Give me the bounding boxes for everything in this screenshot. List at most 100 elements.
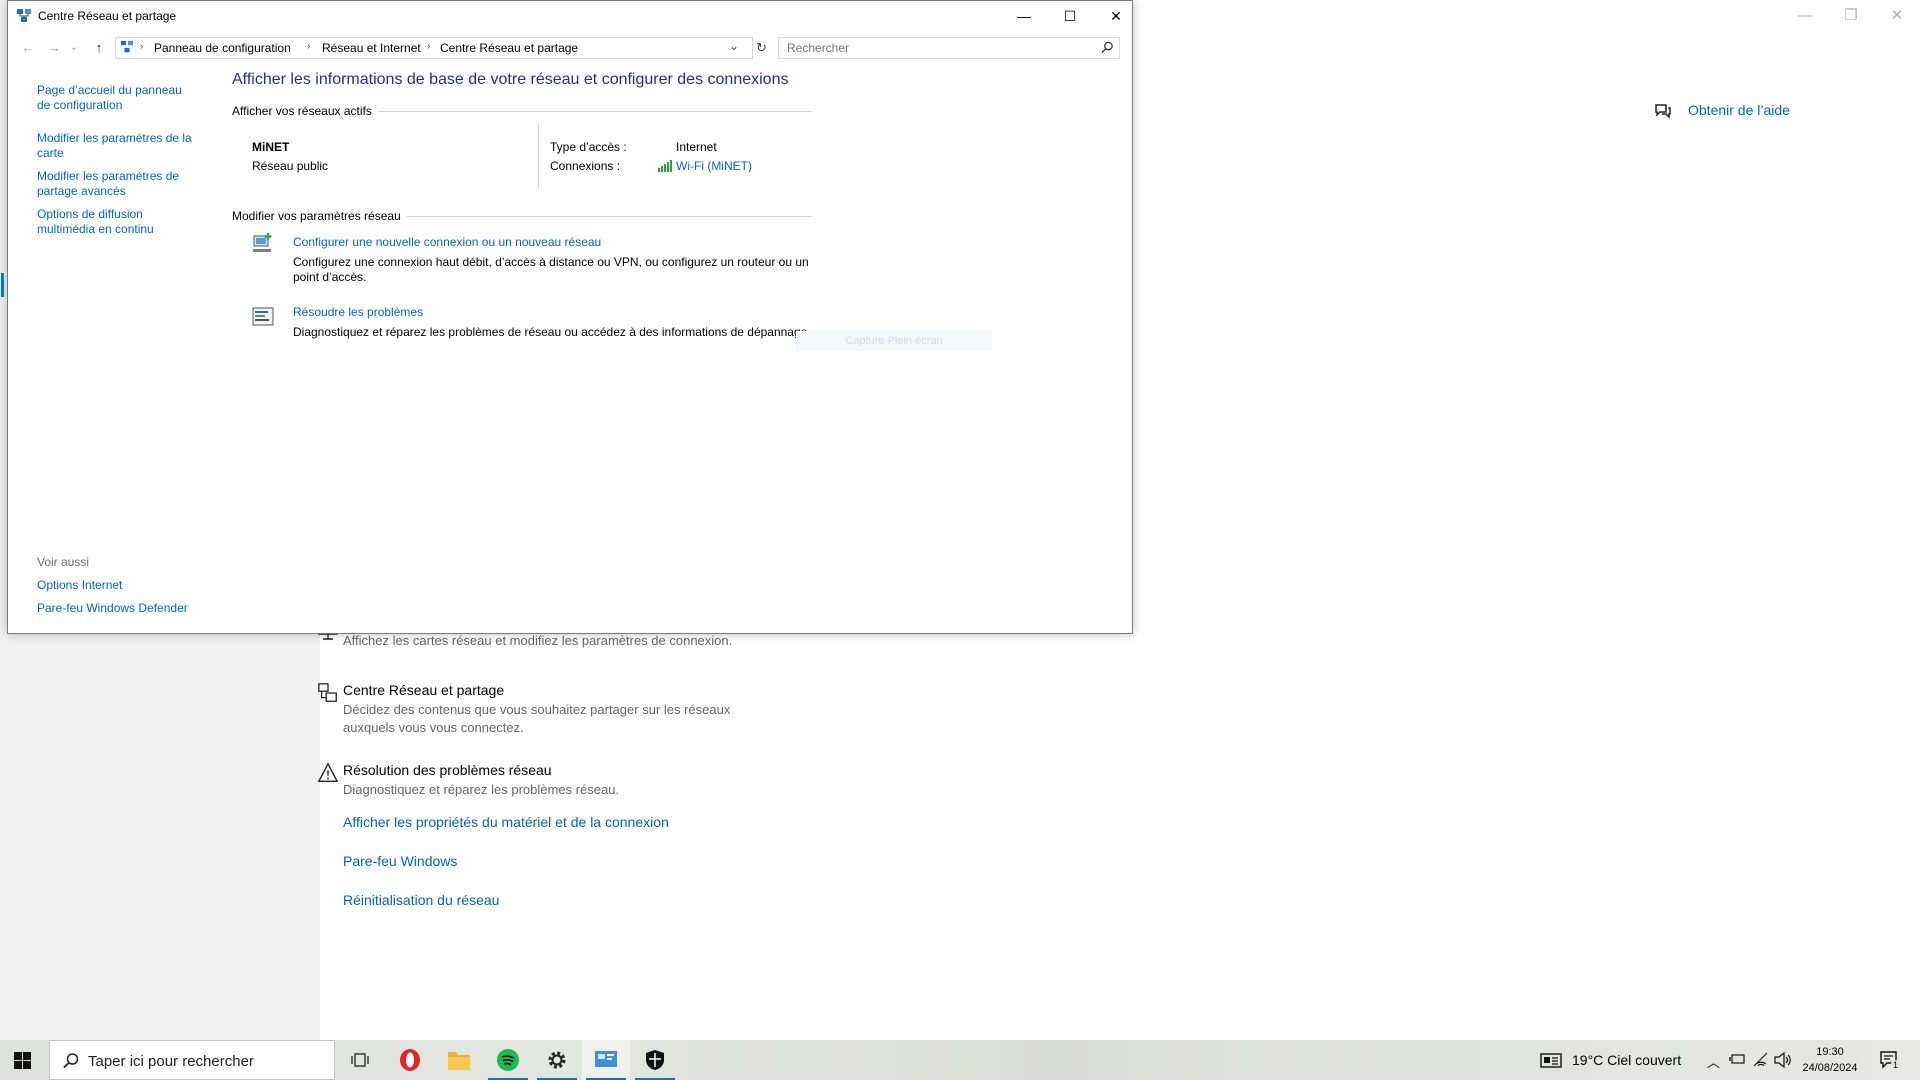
clock-date: 24/08/2024 [1802,1062,1858,1074]
access-type-label: Type d’accès : [550,140,627,154]
setup-connection-desc: Configurez une connexion haut débit, d’a… [293,255,809,269]
active-networks-heading: Afficher vos réseaux actifs [232,104,378,118]
settings-item-title: Centre Réseau et partage [343,682,505,698]
spotify-app[interactable] [484,1040,532,1080]
network-reset-link[interactable]: Réinitialisation du réseau [343,892,499,908]
settings-item-troubleshoot[interactable]: Résolution des problèmes réseau Diagnost… [317,762,620,799]
address-bar[interactable]: › Panneau de configuration › Réseau et I… [115,37,753,59]
taskbar-search[interactable]: Taper ici pour rechercher [49,1040,335,1080]
up-arrow-icon[interactable]: ↑ [91,40,107,56]
news-weather-icon[interactable] [1540,1053,1562,1068]
task-view-icon [351,1053,369,1067]
recent-locations-icon[interactable]: ⌄ [66,40,82,56]
back-arrow-icon[interactable]: ← [20,40,36,56]
network-type: Réseau public [252,159,329,173]
maximize-button[interactable]: ☐ [1047,1,1093,31]
title-bar[interactable]: Centre Réseau et partage — ☐ ✕ [8,1,1132,31]
task-view-button[interactable] [336,1040,384,1080]
address-row: ← → ⌄ ↑ › Panneau de configuration › Rés… [8,33,1132,63]
clock-time: 19:30 [1816,1046,1844,1058]
show-hidden-icons-icon[interactable]: ︿ [1707,1052,1720,1071]
settings-close-button[interactable]: ✕ [1874,6,1920,26]
breadcrumb-network-internet[interactable]: Réseau et Internet [322,41,421,55]
see-also-internet-options[interactable]: Options Internet [37,578,197,593]
sidebar-link-home[interactable]: Page d’accueil du panneau de configurati… [37,83,197,113]
setup-connection-desc-2: point d’accès. [293,270,367,284]
minimize-button[interactable]: — [1001,1,1047,31]
troubleshoot-link[interactable]: Résoudre les problèmes [293,305,423,319]
window-title: Centre Réseau et partage [38,9,177,23]
search-icon[interactable] [1101,41,1114,54]
taskbar-search-placeholder: Taper ici pour rechercher [88,1053,254,1070]
connections-label: Connexions : [550,159,621,173]
refresh-icon[interactable]: ↻ [756,40,767,56]
opera-app[interactable] [386,1040,434,1080]
security-app[interactable] [631,1040,679,1080]
wifi-signal-icon [658,160,672,172]
see-also-defender-firewall[interactable]: Pare-feu Windows Defender [37,601,197,616]
network-center-icon [17,9,31,22]
wifi-icon[interactable] [1753,1052,1769,1068]
sidebar-link-media-streaming[interactable]: Options de diffusion multimédia en conti… [37,207,197,237]
settings-item-network-center[interactable]: Centre Réseau et partage Décidez des con… [318,682,731,737]
address-dropdown-icon[interactable]: ⌄ [729,39,739,53]
settings-item-desc: Diagnostiquez et réparez les problèmes r… [343,782,620,797]
search-input[interactable] [785,40,1089,56]
weather-text[interactable]: 19°C Ciel couvert [1572,1052,1681,1068]
sidebar-link-adapter-settings[interactable]: Modifier les paramètres de la carte [37,131,197,161]
network-sharing-icon [318,683,337,702]
settings-item-desc: Affichez les cartes réseau et modifiez l… [343,633,733,648]
settings-item-desc: Décidez des contenus que vous souhaitez … [343,702,731,735]
page-title: Afficher les informations de base de vot… [232,71,789,88]
warning-icon [317,762,339,782]
file-explorer-app[interactable] [435,1040,483,1080]
settings-restore-button[interactable]: ❐ [1828,6,1874,26]
access-type-value: Internet [676,140,717,154]
breadcrumb-network-center[interactable]: Centre Réseau et partage [440,41,578,55]
new-connection-icon [253,233,272,252]
folder-icon [448,1052,470,1070]
forward-arrow-icon[interactable]: → [46,40,62,56]
taskbar: Taper ici pour rechercher 19°C Ciel couv… [0,1040,1920,1080]
setup-connection-link[interactable]: Configurer une nouvelle connexion ou un … [293,235,601,249]
breadcrumb-control-panel[interactable]: Panneau de configuration [154,41,291,55]
get-help-link[interactable]: Obtenir de l’aide [1688,102,1790,118]
active-networks-section: Afficher vos réseaux actifs [232,104,812,118]
search-icon [63,1053,79,1069]
control-panel-window: Centre Réseau et partage — ☐ ✕ ← → ⌄ ↑ ›… [1,0,1133,634]
clock[interactable]: 19:30 24/08/2024 [1790,1044,1870,1076]
battery-icon[interactable] [1729,1053,1745,1067]
change-settings-heading: Modifier vos paramètres réseau [232,209,407,223]
troubleshoot-desc: Diagnostiquez et réparez les problèmes d… [293,325,811,339]
gear-icon [548,1051,566,1069]
control-panel-icon [120,40,134,53]
control-panel-app[interactable] [582,1040,630,1080]
settings-item-adapter-options[interactable]: Affichez les cartes réseau et modifiez l… [318,629,733,650]
see-also-heading: Voir aussi [37,555,90,569]
notification-count-badge: 1 [1891,1060,1901,1070]
selection-marker [1,273,4,297]
capture-tooltip: Capture Plein écran [796,331,992,351]
hardware-properties-link[interactable]: Afficher les propriétés du matériel et d… [343,814,669,830]
sidebar-link-sharing-settings[interactable]: Modifier les paramètres de partage avanc… [37,169,197,199]
settings-app[interactable] [533,1040,581,1080]
close-button[interactable]: ✕ [1093,1,1139,31]
settings-minimize-button[interactable]: — [1782,6,1828,26]
left-pane: Page d’accueil du panneau de configurati… [1,65,203,633]
vertical-divider [538,124,539,188]
help-chat-icon [1655,104,1671,119]
windows-firewall-link[interactable]: Pare-feu Windows [343,853,457,869]
breadcrumb-separator: › [427,41,431,52]
windows-start-icon[interactable] [14,1052,31,1069]
search-box[interactable] [778,37,1120,59]
opera-icon [400,1049,420,1071]
network-name: MiNET [252,140,290,154]
breadcrumb-separator: › [307,41,311,52]
troubleshoot-icon [252,307,274,326]
change-settings-section: Modifier vos paramètres réseau [232,209,812,223]
wifi-connection-link[interactable]: Wi-Fi (MiNET) [676,159,752,173]
shield-icon [646,1050,664,1070]
settings-item-title: Résolution des problèmes réseau [343,762,552,778]
control-panel-icon [595,1051,617,1067]
breadcrumb-separator: › [140,41,144,52]
